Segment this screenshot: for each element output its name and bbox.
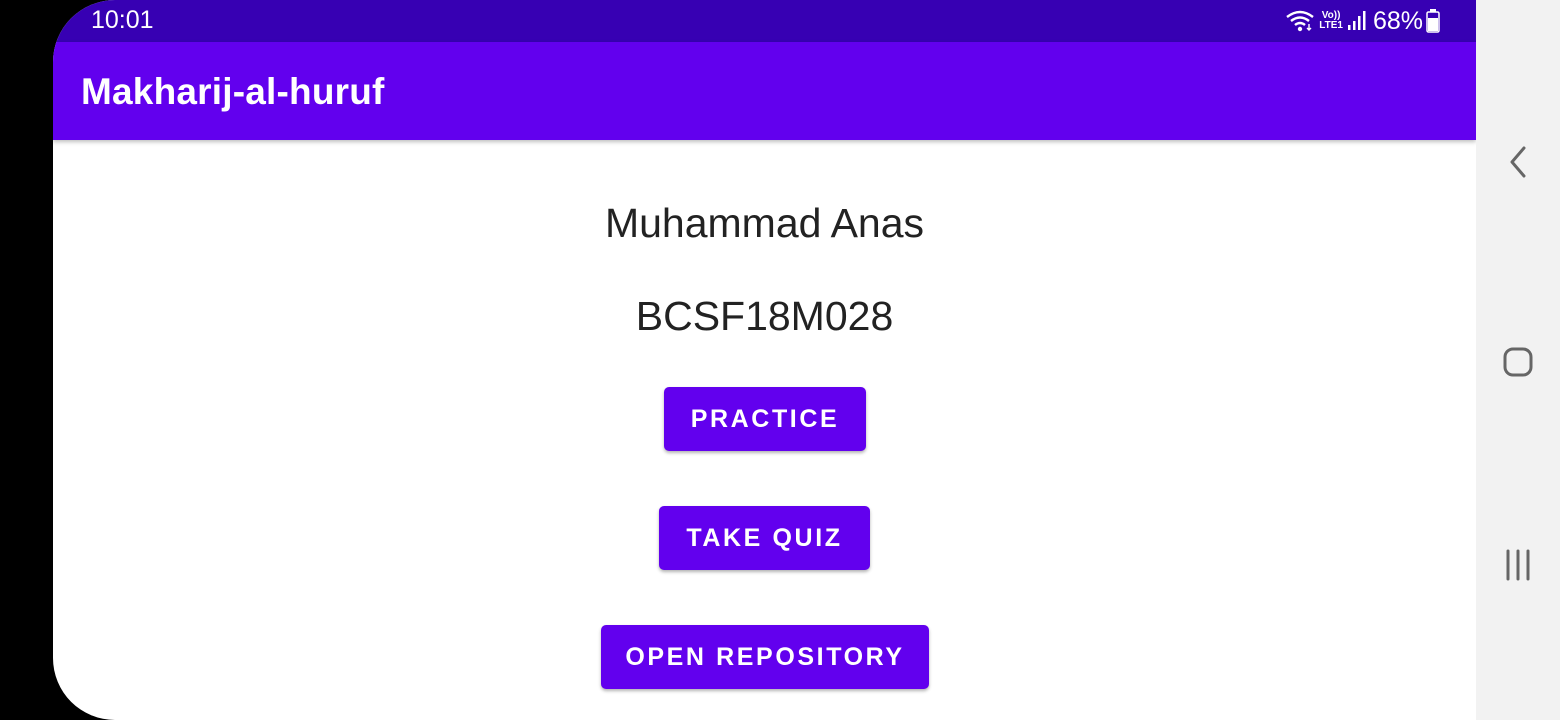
app-title: Makharij-al-huruf [81,71,385,112]
open-repository-button[interactable]: OPEN REPOSITORY [601,625,929,689]
student-id: BCSF18M028 [635,293,894,339]
wifi-icon [1285,9,1315,33]
student-name: Muhammad Anas [604,200,925,246]
battery-percent: 68% [1372,6,1423,35]
app-bar: Makharij-al-huruf [53,42,1476,140]
take-quiz-button[interactable]: TAKE QUIZ [659,506,870,570]
home-icon[interactable] [1498,342,1538,382]
status-time: 10:01 [91,6,154,34]
signal-icon [1347,10,1367,32]
practice-button[interactable]: PRACTICE [664,387,866,451]
app-screen: 10:01 Vo)) LTE1 68% Makharij-al-huruf Mu… [53,0,1476,720]
battery-icon [1426,9,1440,33]
lte-label: LTE1 [1319,20,1343,31]
status-icons: Vo)) LTE1 68% [1285,6,1440,36]
main-content: Muhammad Anas BCSF18M028 PRACTICE TAKE Q… [53,140,1476,720]
recents-icon[interactable] [1498,545,1538,585]
back-icon[interactable] [1498,142,1538,182]
status-bar: 10:01 Vo)) LTE1 68% [53,0,1476,42]
device-frame: 10:01 Vo)) LTE1 68% Makharij-al-huruf Mu… [0,0,1560,720]
volte-lte-icon: Vo)) LTE1 [1319,11,1343,31]
navigation-bar [1476,0,1560,720]
